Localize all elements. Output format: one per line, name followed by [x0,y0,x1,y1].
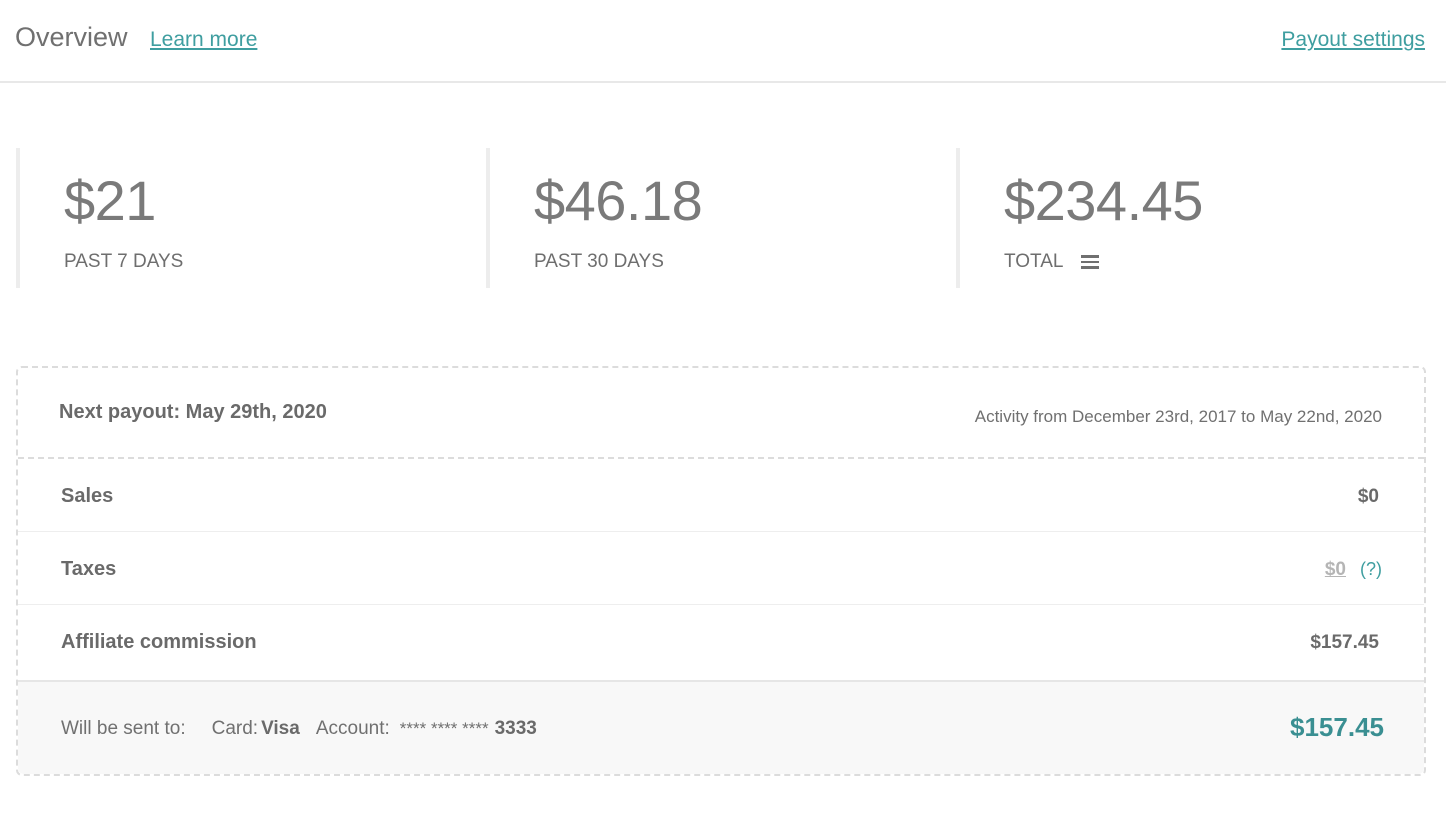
account-last4: 3333 [494,718,537,739]
stats-summary: $21 PAST 7 DAYS $46.18 PAST 30 DAYS $234… [0,148,1446,288]
row-label: Taxes [61,558,117,580]
stat-amount: $21 [64,169,156,232]
card-key: Card: [211,718,259,739]
card-value: Visa [261,718,300,739]
stat-label: PAST 30 DAYS [534,251,664,273]
stat-amount: $46.18 [534,169,703,232]
row-label: Sales [61,485,114,507]
stat-label-text: PAST 7 DAYS [64,251,184,272]
row-value-group: $0 (?) [1325,559,1382,581]
sent-to-label: Will be sent to: [61,718,186,739]
stat-past-30-days: $46.18 PAST 30 DAYS [486,148,956,288]
payout-card-footer: Will be sent to: Card: Visa Account: ***… [18,680,1424,774]
account-masked: **** **** **** [399,719,489,738]
row-label: Affiliate commission [61,631,257,653]
row-value: $157.45 [1310,632,1379,653]
row-sales: Sales $0 [18,459,1424,532]
stat-label: PAST 7 DAYS [64,251,183,273]
stat-total: $234.45 TOTAL [956,148,1426,288]
payout-settings-link[interactable]: Payout settings [1281,28,1425,52]
row-affiliate-commission: Affiliate commission $157.45 [18,605,1424,680]
menu-icon[interactable] [1081,255,1100,269]
page-header: Overview Learn more Payout settings [0,0,1446,83]
taxes-value[interactable]: $0 [1325,559,1346,580]
taxes-help-link[interactable]: (?) [1360,559,1382,579]
row-taxes: Taxes $0 (?) [18,532,1424,605]
payout-card-header: Next payout: May 29th, 2020 Activity fro… [18,368,1424,459]
stat-label-text: PAST 30 DAYS [534,251,664,272]
page-title: Overview [15,22,128,52]
activity-range: Activity from December 23rd, 2017 to May… [974,407,1382,426]
payout-card: Next payout: May 29th, 2020 Activity fro… [16,366,1426,776]
next-payout-date: Next payout: May 29th, 2020 [59,401,327,423]
stat-amount: $234.45 [1004,169,1203,232]
payout-destination: Will be sent to: Card: Visa Account: ***… [61,718,537,740]
row-value: $0 [1357,486,1379,507]
learn-more-link[interactable]: Learn more [150,28,257,52]
stat-label-text: TOTAL [1004,251,1064,272]
stat-past-7-days: $21 PAST 7 DAYS [16,148,486,288]
stat-label: TOTAL [1004,251,1100,273]
payout-total: $157.45 [1290,712,1384,742]
account-key: Account: [315,718,390,739]
